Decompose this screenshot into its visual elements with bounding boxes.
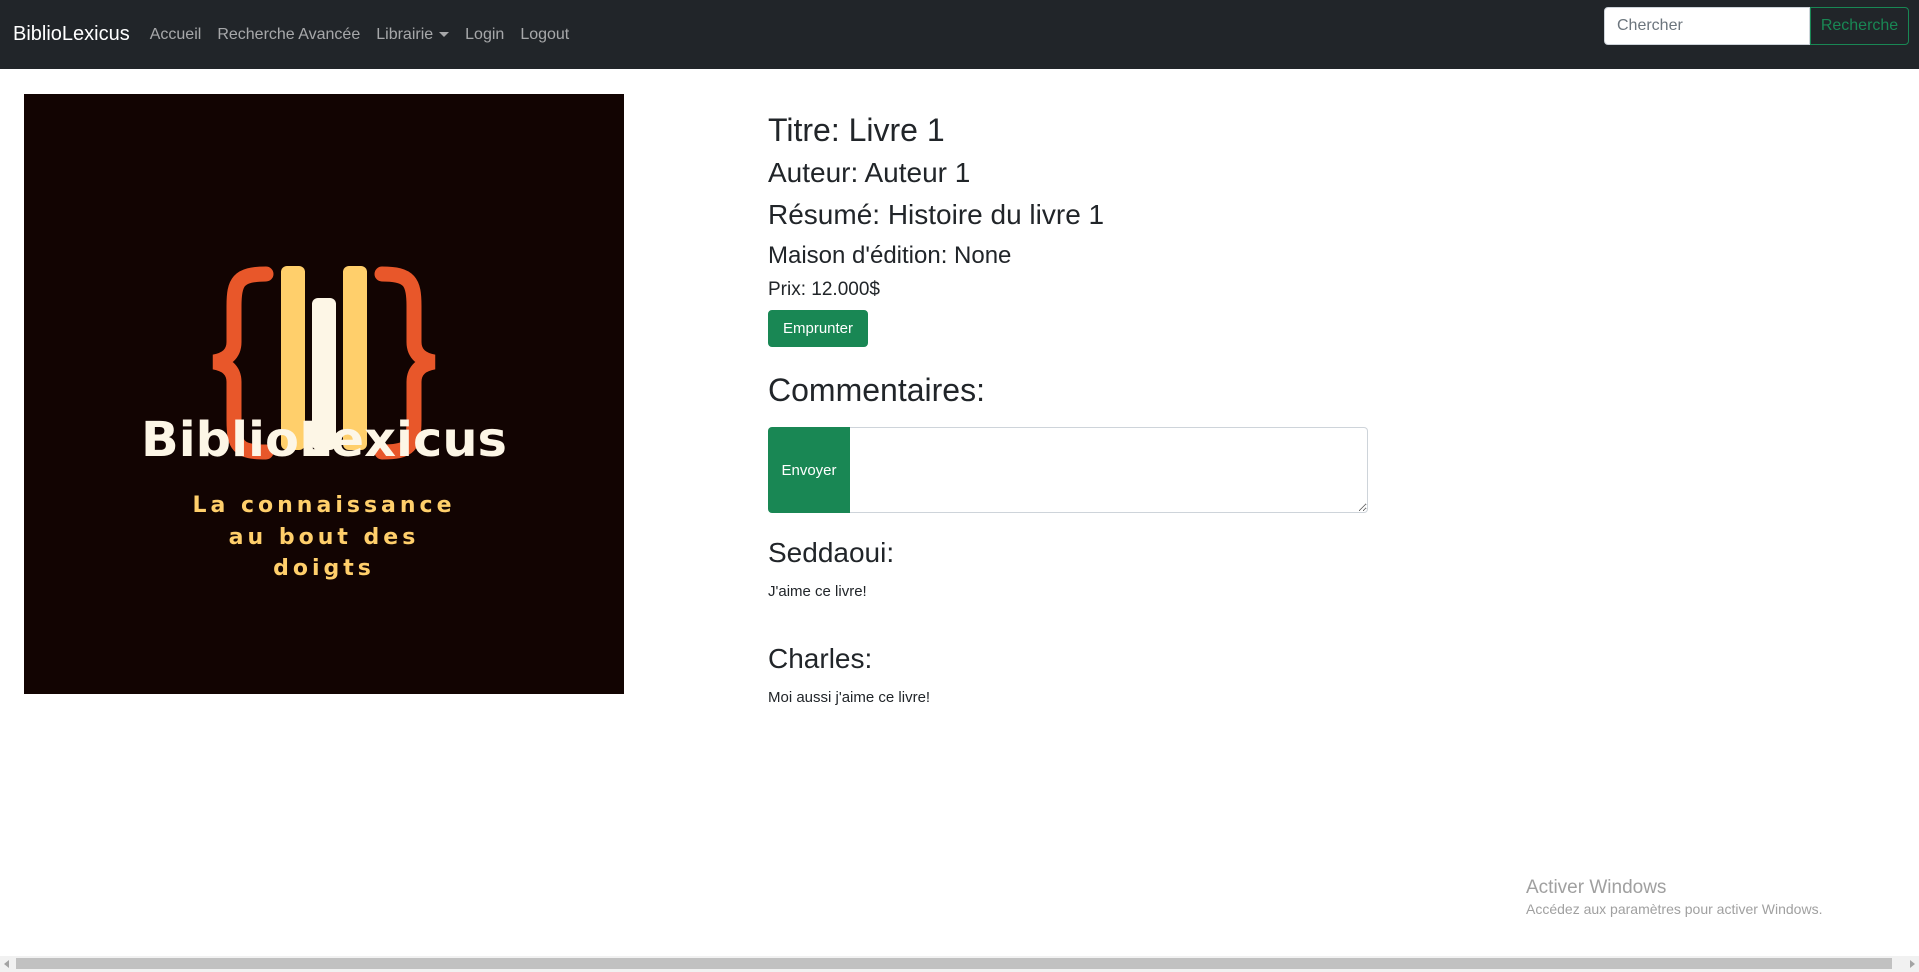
nav-link-logout[interactable]: Logout <box>512 26 577 44</box>
horizontal-scrollbar[interactable] <box>0 956 1919 972</box>
comment-author: Charles: <box>768 643 873 674</box>
book-cover-image: BiblioLexicus La connaissance au bout de… <box>24 94 624 694</box>
comment-author: Seddaoui: <box>768 537 895 568</box>
comment-text: Moi aussi j'aime ce livre! <box>768 689 931 706</box>
book-author: Auteur: Auteur 1 <box>768 157 971 188</box>
send-comment-button[interactable]: Envoyer <box>768 427 850 513</box>
windows-activation-watermark: Activer Windows Accédez aux paramètres p… <box>1526 877 1822 917</box>
scrollbar-thumb[interactable] <box>16 958 1892 969</box>
search-form: Recherche <box>1604 7 1909 45</box>
scroll-right-arrow-icon[interactable] <box>1910 960 1915 968</box>
navbar-brand[interactable]: BiblioLexicus <box>13 23 130 46</box>
book-price: Prix: 12.000$ <box>768 279 880 300</box>
logo-brand-text: BiblioLexicus <box>141 412 507 468</box>
logo-tagline-line-1: La connaissance <box>192 493 455 518</box>
watermark-title: Activer Windows <box>1526 877 1667 898</box>
caret-down-icon <box>439 32 450 37</box>
nav-link-recherche-avancee[interactable]: Recherche Avancée <box>209 26 368 44</box>
book-publisher: Maison d'édition: None <box>768 242 1012 269</box>
comments-heading: Commentaires: <box>768 372 985 408</box>
nav-dropdown-librairie-label: Librairie <box>376 25 434 43</box>
comment-textarea[interactable] <box>850 427 1368 513</box>
comment-form: Envoyer <box>768 427 1368 513</box>
book-summary: Résumé: Histoire du livre 1 <box>768 199 1105 230</box>
search-button[interactable]: Recherche <box>1810 7 1909 45</box>
nav-dropdown-librairie[interactable]: Librairie <box>368 26 457 44</box>
logo-tagline-line-3: doigts <box>273 556 375 581</box>
comment-text: J'aime ce livre! <box>768 583 867 600</box>
top-navbar: BiblioLexicus Accueil Recherche Avancée … <box>0 0 1919 69</box>
nav-link-accueil[interactable]: Accueil <box>142 26 210 44</box>
borrow-button[interactable]: Emprunter <box>768 310 868 347</box>
search-input[interactable] <box>1604 7 1810 45</box>
nav-link-login[interactable]: Login <box>457 26 512 44</box>
book-title: Titre: Livre 1 <box>768 112 945 148</box>
bibliolexicus-logo: BiblioLexicus La connaissance au bout de… <box>141 266 507 581</box>
watermark-subtitle: Accédez aux paramètres pour activer Wind… <box>1526 901 1823 917</box>
scroll-left-arrow-icon[interactable] <box>4 960 9 968</box>
logo-tagline-line-2: au bout des <box>229 525 420 550</box>
